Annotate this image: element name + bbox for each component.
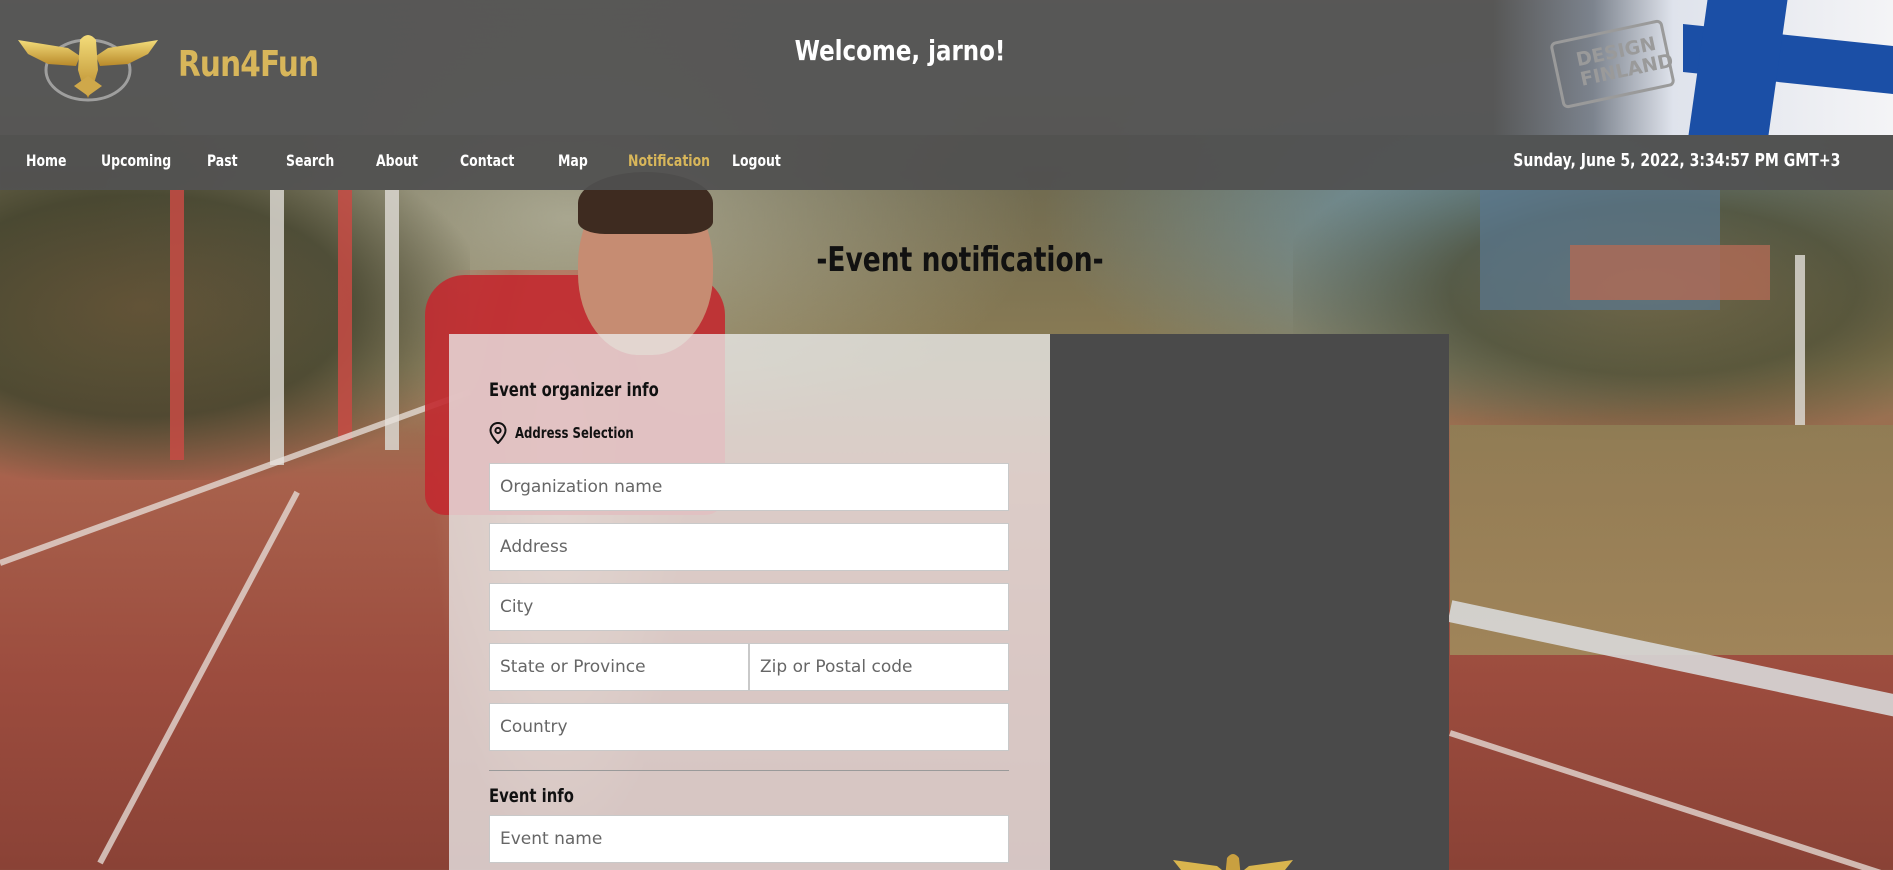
page-title: -Event notification- bbox=[816, 240, 1104, 280]
address-selection-button[interactable]: Address Selection bbox=[489, 422, 667, 444]
eagle-logo-icon[interactable] bbox=[18, 26, 158, 102]
nav-notification[interactable]: Notification bbox=[628, 151, 710, 170]
nav-home[interactable]: Home bbox=[26, 151, 66, 170]
organization-name-field[interactable] bbox=[489, 463, 1009, 511]
city-field[interactable] bbox=[489, 583, 1009, 631]
event-info-heading: Event info bbox=[489, 785, 574, 807]
organizer-heading: Event organizer info bbox=[489, 379, 659, 401]
current-datetime: Sunday, June 5, 2022, 3:34:57 PM GMT+3 bbox=[1512, 150, 1840, 171]
zip-field[interactable] bbox=[749, 643, 1009, 691]
nav-map[interactable]: Map bbox=[558, 151, 588, 170]
address-selection-label: Address Selection bbox=[515, 424, 634, 442]
welcome-message: Welcome, jarno! bbox=[794, 34, 1006, 67]
country-input[interactable] bbox=[490, 704, 1008, 750]
nav-contact[interactable]: Contact bbox=[460, 151, 514, 170]
country-field[interactable] bbox=[489, 703, 1009, 751]
event-name-input[interactable] bbox=[490, 816, 1008, 862]
event-notification-form: Event organizer info Address Selection E… bbox=[449, 334, 1050, 870]
event-name-field[interactable] bbox=[489, 815, 1009, 863]
eagle-logo-icon bbox=[1173, 854, 1293, 870]
zip-input[interactable] bbox=[750, 644, 1008, 690]
address-field[interactable] bbox=[489, 523, 1009, 571]
site-header: Run4Fun Welcome, jarno! DESIGN FINLAND bbox=[0, 0, 1893, 135]
nav-about[interactable]: About bbox=[376, 151, 418, 170]
address-input[interactable] bbox=[490, 524, 1008, 570]
map-preview-panel bbox=[1050, 334, 1449, 870]
nav-logout[interactable]: Logout bbox=[732, 151, 781, 170]
nav-search[interactable]: Search bbox=[286, 151, 334, 170]
nav-past[interactable]: Past bbox=[207, 151, 238, 170]
organization-name-input[interactable] bbox=[490, 464, 1008, 510]
city-input[interactable] bbox=[490, 584, 1008, 630]
state-input[interactable] bbox=[490, 644, 748, 690]
main-nav: Home Upcoming Past Search About Contact … bbox=[0, 135, 1893, 190]
nav-upcoming[interactable]: Upcoming bbox=[101, 151, 171, 170]
state-field[interactable] bbox=[489, 643, 749, 691]
finland-flag-icon bbox=[1493, 0, 1893, 135]
map-pin-icon bbox=[489, 422, 507, 444]
form-divider bbox=[489, 770, 1009, 771]
